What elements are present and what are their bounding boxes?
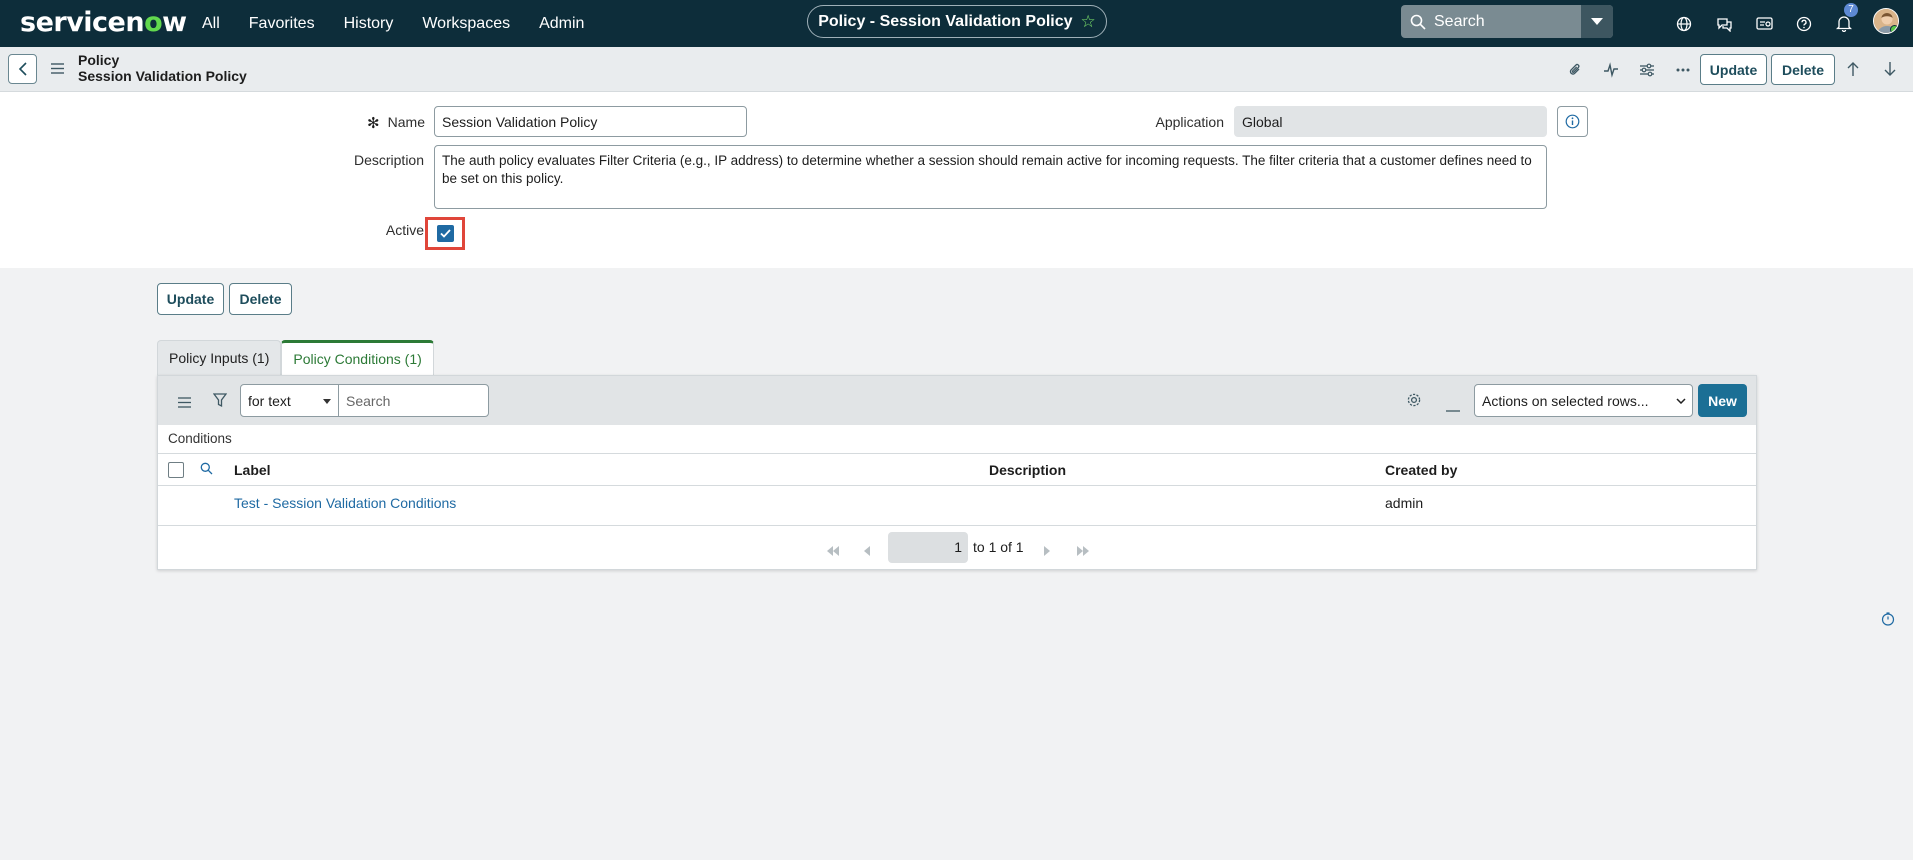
pagination: 1 to 1 of 1 xyxy=(158,526,1756,570)
main-menu: All Favorites History Workspaces Admin xyxy=(202,0,613,47)
actions-select[interactable]: Actions on selected rows... xyxy=(1474,384,1693,417)
favorite-star-icon[interactable]: ☆ xyxy=(1081,12,1096,32)
online-status-dot xyxy=(1890,25,1898,33)
name-field[interactable]: Session Validation Policy xyxy=(434,106,747,137)
top-navigation: servicenow All Favorites History Workspa… xyxy=(0,0,1913,47)
chevron-down-icon xyxy=(1676,398,1686,404)
new-button[interactable]: New xyxy=(1698,384,1747,417)
record-name: Session Validation Policy xyxy=(78,68,247,84)
first-page-icon[interactable] xyxy=(826,543,840,559)
header-actions xyxy=(1557,47,1701,92)
info-icon xyxy=(1565,114,1580,129)
tab-policy-inputs[interactable]: Policy Inputs (1) xyxy=(157,340,282,375)
name-label: Name xyxy=(387,114,425,130)
back-button[interactable] xyxy=(8,54,37,84)
filter-icon[interactable] xyxy=(212,393,228,411)
column-search-icon[interactable] xyxy=(200,462,213,478)
active-checkbox[interactable] xyxy=(436,225,454,242)
related-list-tabs: Policy Inputs (1) Policy Conditions (1) xyxy=(157,340,434,375)
update-button[interactable]: Update xyxy=(157,283,224,315)
description-label: Description xyxy=(353,152,424,168)
tab-policy-conditions[interactable]: Policy Conditions (1) xyxy=(281,340,434,375)
application-label: Application xyxy=(1155,114,1225,130)
collapse-minus-icon[interactable] xyxy=(1446,399,1460,415)
description-field[interactable]: The auth policy evaluates Filter Criteri… xyxy=(434,145,1547,209)
form-title: Policy Session Validation Policy xyxy=(78,52,247,84)
header-update-button[interactable]: Update xyxy=(1700,54,1767,85)
notification-badge: 7 xyxy=(1844,3,1858,17)
page-number-input[interactable]: 1 xyxy=(888,532,968,563)
select-all-checkbox[interactable] xyxy=(168,462,184,478)
column-header-label[interactable]: Label xyxy=(234,462,271,478)
last-page-icon[interactable] xyxy=(1076,543,1090,559)
caret-down-icon xyxy=(1591,17,1603,25)
conditions-related-list: for text Search Actions on selected rows… xyxy=(157,375,1757,570)
help-icon[interactable] xyxy=(1784,0,1824,47)
column-header-created-by[interactable]: Created by xyxy=(1385,462,1457,478)
arrow-up-icon[interactable] xyxy=(1846,61,1860,80)
search-field-select[interactable]: for text xyxy=(240,384,339,417)
form-body: ✻ Name Session Validation Policy Applica… xyxy=(0,92,1913,268)
checkmark-icon xyxy=(439,229,451,238)
nav-item-all[interactable]: All xyxy=(202,15,220,33)
nav-item-workspaces[interactable]: Workspaces xyxy=(422,15,510,33)
search-scope-dropdown[interactable] xyxy=(1581,5,1613,38)
nav-item-favorites[interactable]: Favorites xyxy=(249,15,315,33)
list-search-input[interactable]: Search xyxy=(338,384,489,417)
search-field-value: for text xyxy=(248,392,291,409)
column-header-description[interactable]: Description xyxy=(989,462,1066,478)
nav-item-history[interactable]: History xyxy=(344,15,394,33)
attachment-icon[interactable] xyxy=(1557,62,1593,78)
active-label: Active xyxy=(385,222,424,238)
breadcrumb[interactable]: Conditions xyxy=(168,431,232,446)
chat-icon[interactable] xyxy=(1704,0,1744,47)
caret-down-icon xyxy=(323,399,331,404)
header-icons: 7 xyxy=(1664,0,1864,47)
chevron-left-icon xyxy=(18,62,27,76)
search-icon xyxy=(1410,14,1426,30)
page-range-text: to 1 of 1 xyxy=(973,539,1024,555)
previous-page-icon[interactable] xyxy=(864,543,871,559)
global-search[interactable]: Search xyxy=(1401,5,1613,38)
more-options-icon[interactable] xyxy=(1665,68,1701,72)
table-row: Test - Session Validation Conditions adm… xyxy=(158,486,1756,526)
application-field: Global xyxy=(1234,106,1547,137)
servicenow-logo[interactable]: servicenow xyxy=(20,7,187,38)
table-label: Policy xyxy=(78,52,120,68)
preview-card-icon[interactable] xyxy=(1744,0,1784,47)
header-delete-button[interactable]: Delete xyxy=(1771,54,1835,85)
user-avatar[interactable] xyxy=(1873,8,1899,34)
table-header: Label Description Created by xyxy=(158,453,1756,486)
row-created-by: admin xyxy=(1385,495,1424,511)
actions-select-value: Actions on selected rows... xyxy=(1482,392,1649,409)
mandatory-asterisk-icon: ✻ xyxy=(367,115,380,132)
context-menu-icon[interactable] xyxy=(51,61,64,77)
notifications-bell-icon[interactable]: 7 xyxy=(1824,0,1864,47)
personalize-gear-icon[interactable] xyxy=(1406,392,1422,411)
next-page-icon[interactable] xyxy=(1043,543,1050,559)
active-checkbox-highlight xyxy=(425,217,465,250)
delete-button[interactable]: Delete xyxy=(229,283,292,315)
arrow-down-icon[interactable] xyxy=(1883,61,1897,80)
info-button[interactable] xyxy=(1557,106,1588,137)
row-label-link[interactable]: Test - Session Validation Conditions xyxy=(234,495,456,511)
record-title: Policy - Session Validation Policy xyxy=(818,12,1073,30)
list-toolbar: for text Search Actions on selected rows… xyxy=(158,376,1756,425)
search-placeholder: Search xyxy=(1434,12,1485,30)
form-header: Policy Session Validation Policy Update … xyxy=(0,47,1913,92)
nav-item-admin[interactable]: Admin xyxy=(539,15,584,33)
activity-icon[interactable] xyxy=(1593,61,1629,78)
record-title-pill[interactable]: Policy - Session Validation Policy ☆ xyxy=(807,5,1107,38)
list-menu-icon[interactable] xyxy=(178,395,191,411)
settings-sliders-icon[interactable] xyxy=(1629,63,1665,77)
globe-icon[interactable] xyxy=(1664,0,1704,47)
timer-icon[interactable] xyxy=(1881,612,1895,629)
